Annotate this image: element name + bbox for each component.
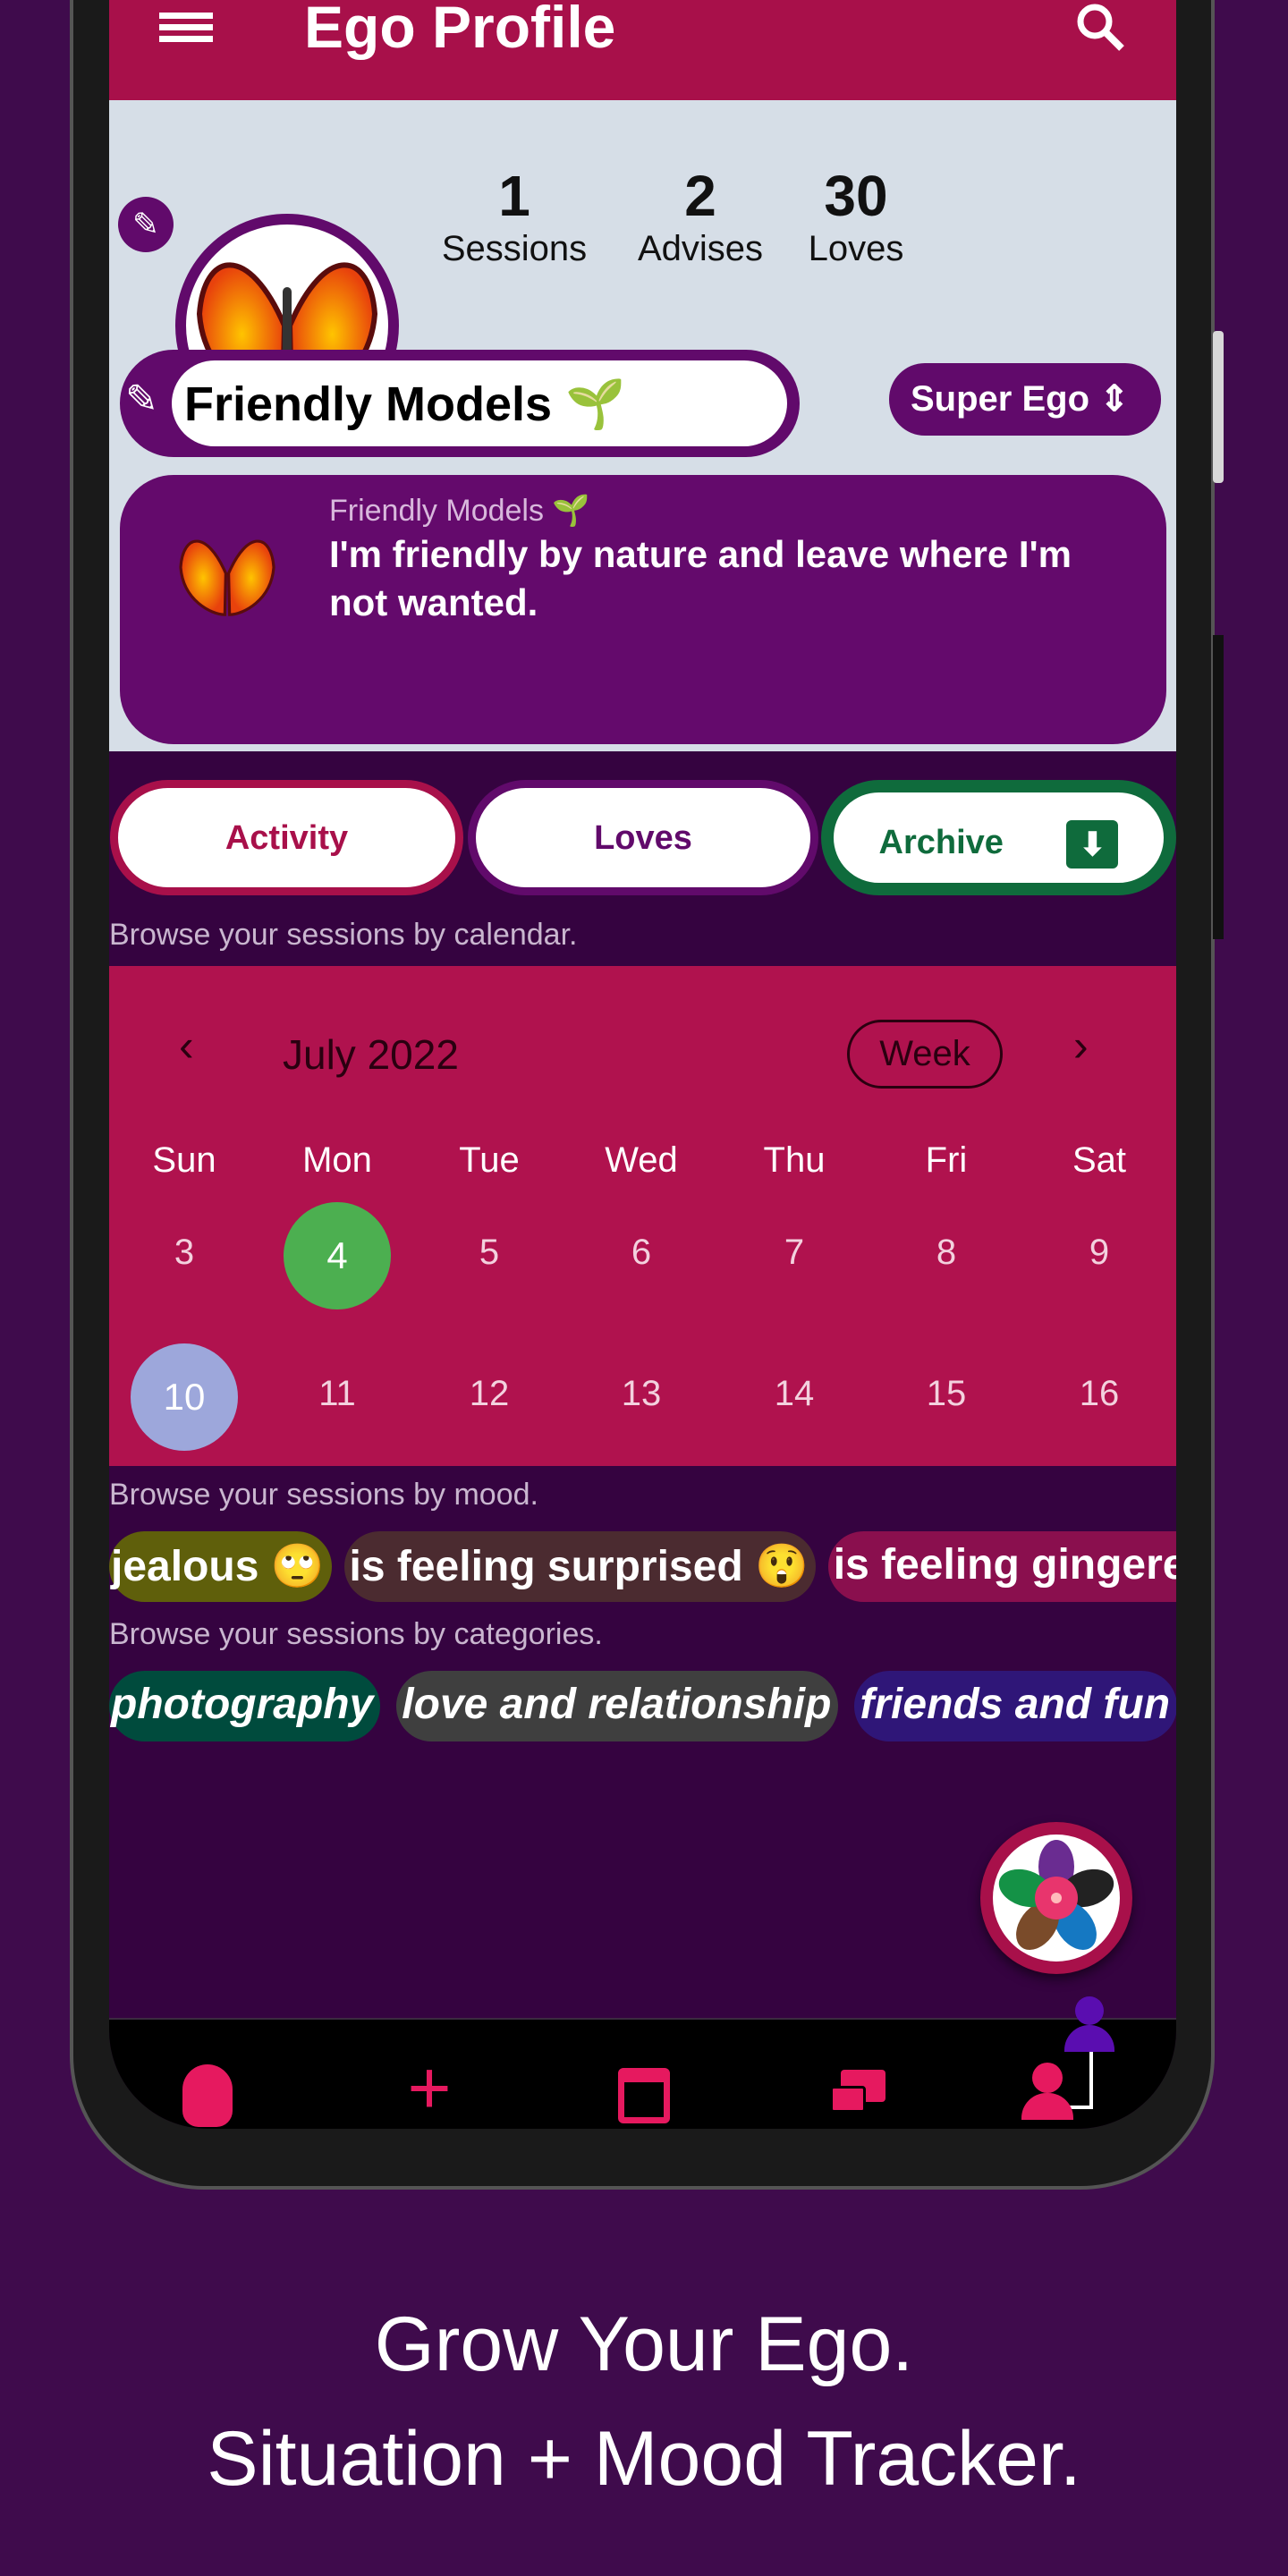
add-icon[interactable]: + xyxy=(394,2045,465,2129)
unfold-icon: ⇕ xyxy=(1099,379,1130,419)
name-field-container: ✎ Friendly Models 🌱 xyxy=(120,350,800,457)
calendar-day[interactable]: 3 xyxy=(131,1233,238,1273)
edit-name-icon[interactable]: ✎ xyxy=(125,377,158,422)
bio-card: Friendly Models 🌱 I'm friendly by nature… xyxy=(120,475,1166,744)
butterfly-icon xyxy=(179,539,275,616)
fab-button[interactable] xyxy=(980,1822,1132,1974)
calendar-day[interactable]: 11 xyxy=(284,1374,391,1414)
mood-chip[interactable]: jealous 🙄 xyxy=(109,1531,332,1602)
lightbulb-icon[interactable] xyxy=(172,2064,243,2127)
weekday-label: Sat xyxy=(1072,1140,1127,1180)
calendar-day[interactable]: 5 xyxy=(436,1233,543,1273)
search-icon[interactable] xyxy=(1073,0,1127,54)
calendar-day[interactable]: 6 xyxy=(588,1233,695,1273)
calendar-day[interactable]: 4 xyxy=(284,1202,391,1309)
calendar-day[interactable]: 8 xyxy=(893,1233,1000,1273)
weekday-label: Sun xyxy=(152,1140,216,1180)
prev-month-button[interactable]: ‹ xyxy=(179,1020,194,1072)
name-field[interactable]: Friendly Models 🌱 xyxy=(172,360,787,446)
edit-avatar-button[interactable]: ✎ xyxy=(118,197,174,252)
weekday-label: Tue xyxy=(459,1140,520,1180)
calendar-day[interactable]: 14 xyxy=(741,1374,848,1414)
mood-hint: Browse your sessions by mood. xyxy=(109,1478,538,1512)
app-bar: Ego Profile xyxy=(109,0,1176,100)
chat-icon[interactable] xyxy=(821,2064,893,2127)
phone-button xyxy=(1213,331,1224,483)
tab-archive[interactable]: Archive ⬇ xyxy=(821,780,1176,895)
ego-type-value: Super Ego xyxy=(911,379,1090,419)
calendar-day[interactable]: 15 xyxy=(893,1374,1000,1414)
calendar-hint: Browse your sessions by calendar. xyxy=(109,918,578,952)
calendar-day[interactable]: 13 xyxy=(588,1374,695,1414)
category-chip[interactable]: love and relationship xyxy=(396,1671,839,1741)
categories-hint: Browse your sessions by categories. xyxy=(109,1617,603,1651)
tab-activity[interactable]: Activity xyxy=(110,780,463,895)
category-chip[interactable]: photography xyxy=(109,1671,381,1741)
calendar-icon[interactable] xyxy=(608,2064,680,2127)
calendar-month: July 2022 xyxy=(283,1031,459,1078)
calendar-day[interactable]: 9 xyxy=(1046,1233,1153,1273)
app-screen: Ego Profile ✎ 1 Sessions 2 Advises 30 Loves… xyxy=(109,0,1176,2129)
phone-button xyxy=(1213,635,1224,939)
ego-type-select[interactable]: Super Ego ⇕ xyxy=(889,363,1161,436)
mood-chip[interactable]: is feeling gingered xyxy=(827,1531,1176,1602)
weekday-label: Wed xyxy=(605,1140,678,1180)
page-title: Ego Profile xyxy=(304,0,616,60)
calendar: ‹ July 2022 Week › Sun Mon Tue Wed Thu Fri Sat… xyxy=(109,966,1176,1466)
stat-advises[interactable]: 2 Advises xyxy=(611,163,790,269)
bottom-nav: + xyxy=(109,1996,1176,2129)
weekday-label: Mon xyxy=(302,1140,372,1180)
calendar-day[interactable]: 12 xyxy=(436,1374,543,1414)
bio-text: I'm friendly by nature and leave where I… xyxy=(329,533,1072,623)
calendar-day[interactable]: 10 xyxy=(131,1343,238,1451)
weekday-label: Thu xyxy=(763,1140,826,1180)
profile-header: ✎ 1 Sessions 2 Advises 30 Loves ✎ Friendly … xyxy=(109,100,1176,751)
category-chip[interactable]: friends and fun xyxy=(854,1671,1176,1741)
view-toggle-button[interactable]: Week xyxy=(847,1020,1003,1089)
stat-sessions[interactable]: 1 Sessions xyxy=(425,163,604,269)
next-month-button[interactable]: › xyxy=(1073,1020,1089,1072)
tagline-line-1: Grow Your Ego. xyxy=(374,2301,914,2387)
archive-icon: ⬇ xyxy=(1066,819,1119,869)
menu-icon[interactable] xyxy=(159,7,213,47)
bio-name: Friendly Models 🌱 xyxy=(329,494,590,528)
mood-chips: jealous 🙄 is feeling surprised 😲 is feel… xyxy=(109,1531,1176,1602)
stat-loves[interactable]: 30 Loves xyxy=(767,163,945,269)
calendar-day[interactable]: 16 xyxy=(1046,1374,1153,1414)
flower-icon xyxy=(998,1840,1114,1950)
profile-switch-icon[interactable] xyxy=(1013,1996,1120,2129)
category-chips: photography love and relationship friend… xyxy=(109,1671,1176,1741)
mood-chip[interactable]: is feeling surprised 😲 xyxy=(343,1531,816,1602)
tagline-line-2: Situation + Mood Tracker. xyxy=(207,2416,1081,2502)
weekday-label: Fri xyxy=(925,1140,968,1180)
tab-loves[interactable]: Loves xyxy=(468,780,818,895)
calendar-day[interactable]: 7 xyxy=(741,1233,848,1273)
